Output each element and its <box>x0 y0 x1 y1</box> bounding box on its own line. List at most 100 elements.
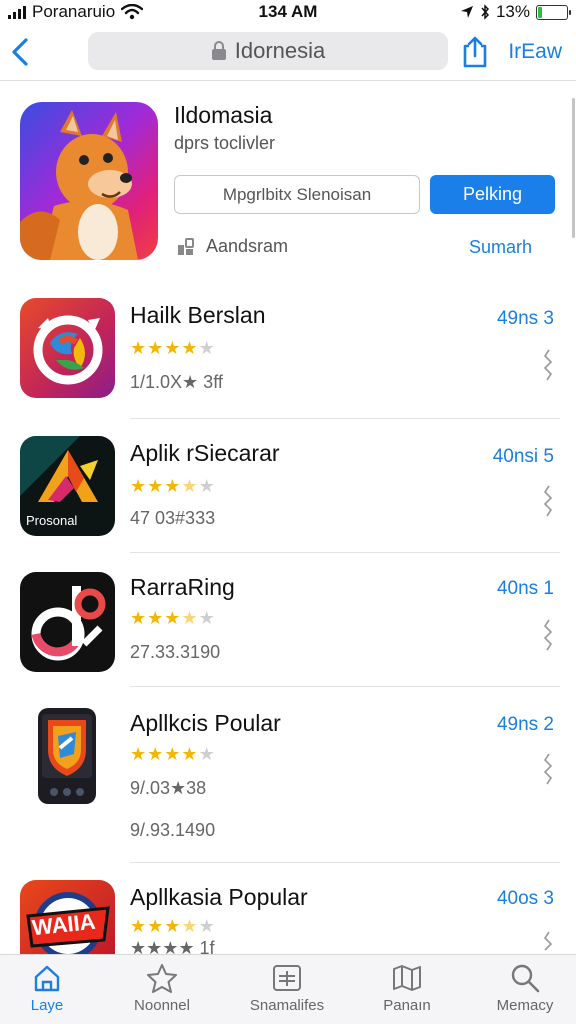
fox-mascot-icon <box>20 110 138 260</box>
star-empty-icon: ★ <box>198 338 216 358</box>
tab-label: Noonnel <box>134 997 190 1014</box>
tab-label: Snamalifes <box>249 997 325 1014</box>
list-icon <box>273 965 301 991</box>
tab-map[interactable]: Panaın <box>357 963 457 1014</box>
featured-link[interactable]: Sumarh <box>469 237 532 258</box>
app-name: Apllkasia Popular <box>130 884 308 910</box>
secondary-action-button[interactable]: Mpgrlbitx Slenoisan <box>174 175 420 214</box>
phone-shield-icon <box>38 708 96 804</box>
featured-meta: Aandsram <box>176 236 288 257</box>
bluetooth-icon <box>481 4 489 20</box>
star-half-icon: ★ <box>181 608 199 628</box>
featured-app-title: Ildomasia <box>174 102 273 128</box>
star-filled-icon: ★ <box>164 476 182 496</box>
tab-label: Panaın <box>383 997 431 1014</box>
secondary-count: 9/.93.1490 <box>130 820 216 840</box>
home-icon <box>34 965 60 992</box>
star-filled-icon: ★ <box>130 338 148 358</box>
tab-label: Laye <box>30 997 64 1014</box>
tab-categories[interactable]: Snamalifes <box>237 963 337 1014</box>
nav-right-button[interactable]: IrEaw <box>508 40 562 64</box>
app-name: Apllkcis Poular <box>130 710 281 736</box>
star-empty-icon: ★ <box>198 916 216 936</box>
star-rating: ★★★★★ <box>130 476 216 497</box>
star-filled-icon: ★ <box>181 744 199 764</box>
star-empty-icon: ★ <box>198 608 216 628</box>
star-filled-icon: ★ <box>130 476 148 496</box>
apps-grid-icon <box>178 237 194 255</box>
featured-app-subtitle: dprs toclivler <box>174 133 276 153</box>
star-filled-icon: ★ <box>147 916 165 936</box>
star-filled-icon: ★ <box>164 338 182 358</box>
app-icon-label: Prosonal <box>26 513 78 528</box>
rating-count: 47 03#333 <box>130 508 216 528</box>
star-filled-icon: ★ <box>147 338 165 358</box>
featured-app-icon[interactable] <box>20 102 158 260</box>
app-icon-swirl <box>20 298 115 398</box>
tab-label: Memacy <box>496 997 554 1014</box>
star-rating: ★★★★★ <box>130 744 216 765</box>
app-name: Hailk Berslan <box>130 302 266 328</box>
more-options-icon[interactable] <box>542 348 556 382</box>
star-empty-icon: ★ <box>198 476 216 496</box>
tab-featured[interactable]: Noonnel <box>112 963 212 1014</box>
battery-icon <box>536 4 571 20</box>
featured-meta-text: Aandsram <box>206 236 289 256</box>
location-arrow-icon <box>460 6 473 18</box>
more-options-icon[interactable] <box>542 618 556 652</box>
nav-divider <box>0 80 576 81</box>
star-rating: ★★★★★ <box>130 916 216 937</box>
app-name: Aplik rSiecarar <box>130 440 280 466</box>
status-right: 13% <box>460 2 571 22</box>
more-options-icon[interactable] <box>542 484 556 518</box>
search-icon <box>511 964 540 993</box>
battery-level-fill <box>538 6 542 18</box>
star-rating: ★★★★★ <box>130 338 216 359</box>
battery-percent: 13% <box>495 2 530 21</box>
star-filled-icon: ★ <box>130 916 148 936</box>
star-filled-icon: ★ <box>130 744 148 764</box>
rating-count: 1/1.0X★ 3ff <box>130 372 223 392</box>
row-divider <box>130 862 560 863</box>
star-filled-icon: ★ <box>164 916 182 936</box>
star-half-icon: ★ <box>181 916 199 936</box>
rating-count: 27.33.3190 <box>130 642 221 662</box>
star-filled-icon: ★ <box>181 338 199 358</box>
share-icon[interactable] <box>460 36 490 68</box>
primary-action-button[interactable]: Pelking <box>430 175 555 214</box>
scroll-indicator[interactable] <box>572 98 575 238</box>
map-icon <box>393 965 421 991</box>
get-button[interactable]: 49ns 2 <box>497 714 554 736</box>
app-icon-phone <box>20 706 115 806</box>
rating-count: 9/.03★38 <box>130 778 207 798</box>
swirl-logo-icon <box>33 315 103 385</box>
star-filled-icon: ★ <box>147 608 165 628</box>
get-button[interactable]: 40os 3 <box>497 888 554 910</box>
star-filled-icon: ★ <box>147 744 165 764</box>
app-name: RarraRing <box>130 574 235 600</box>
get-button[interactable]: 40nsi 5 <box>493 446 554 468</box>
tab-home[interactable]: Laye <box>0 963 97 1014</box>
star-empty-icon: ★ <box>198 744 216 764</box>
star-icon <box>147 964 177 993</box>
search-bar-text: Idornesia <box>234 38 326 63</box>
star-half-icon: ★ <box>181 476 199 496</box>
get-button[interactable]: 40ns 1 <box>497 578 554 600</box>
star-rating: ★★★★★ <box>130 608 216 629</box>
get-button[interactable]: 49ns 3 <box>497 308 554 330</box>
tab-search[interactable]: Memacy <box>475 963 575 1014</box>
status-bar: Poranaruio 134 AM 13% <box>0 0 576 24</box>
app-icon-triangle: Prosonal <box>20 436 115 536</box>
app-icon-music <box>20 572 115 672</box>
row-divider <box>130 686 560 687</box>
music-logo-icon <box>31 586 106 661</box>
star-filled-icon: ★ <box>147 476 165 496</box>
app-icon-badge: WAIIA <box>20 880 115 954</box>
search-bar[interactable]: Idornesia <box>88 32 448 70</box>
tab-bar: Laye Noonnel Snamalifes Panaın Memacy <box>0 954 576 1024</box>
lock-icon <box>211 41 226 60</box>
more-options-icon[interactable] <box>542 752 556 786</box>
back-chevron-icon[interactable] <box>6 34 36 70</box>
star-filled-icon: ★ <box>164 744 182 764</box>
more-options-icon[interactable] <box>542 930 556 954</box>
